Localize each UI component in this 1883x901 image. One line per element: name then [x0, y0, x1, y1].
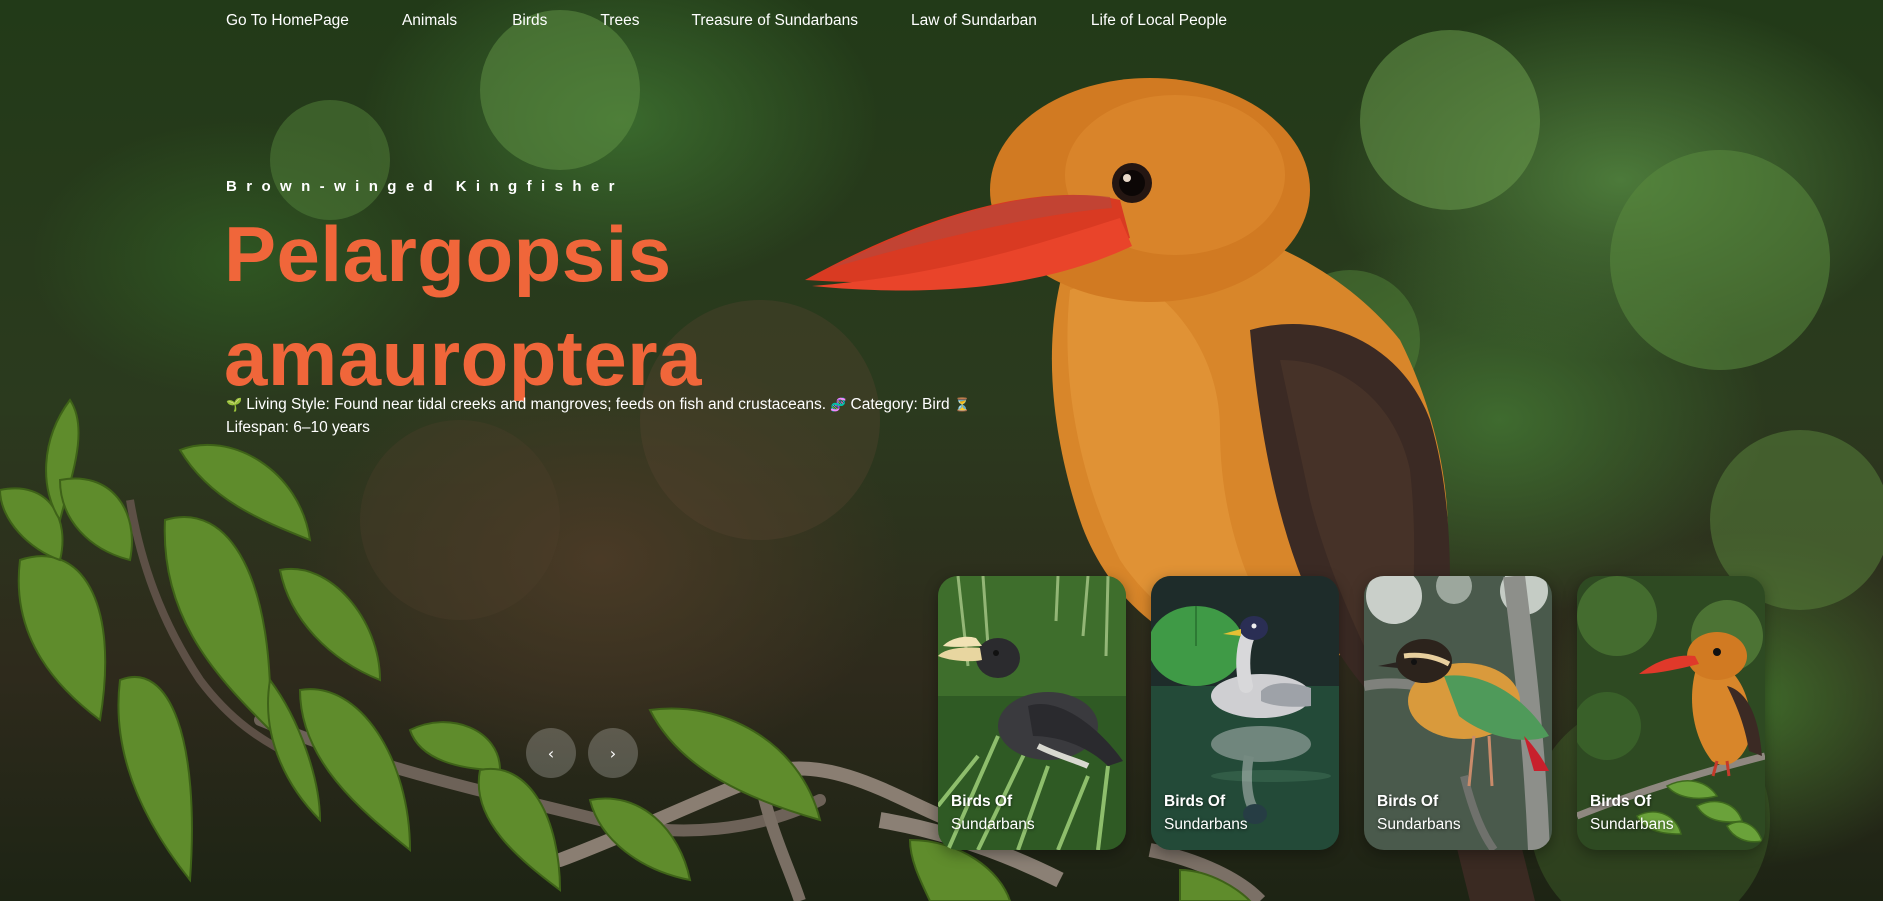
nav-link-law[interactable]: Law of Sundarban: [911, 12, 1037, 30]
thumbnail-card-duck[interactable]: Birds Of Sundarbans: [1151, 576, 1339, 850]
slider-prev-button[interactable]: ‹: [526, 728, 576, 778]
species-scientific-name: Pelargopsis amauroptera: [224, 202, 784, 410]
thumbnail-card-kingfisher[interactable]: Birds Of Sundarbans: [1577, 576, 1765, 850]
species-common-name: Brown-winged Kingfisher: [226, 178, 624, 195]
species-description: 🌱 Living Style: Found near tidal creeks a…: [226, 393, 1056, 439]
chevron-right-icon: ›: [609, 743, 617, 763]
card-caption: Birds Of Sundarbans: [1377, 790, 1461, 836]
card-subtitle: Sundarbans: [1377, 816, 1461, 833]
seedling-icon: 🌱: [226, 397, 243, 412]
hourglass-icon: ⏳: [953, 397, 971, 412]
chevron-left-icon: ‹: [547, 743, 555, 763]
nav-link-treasure[interactable]: Treasure of Sundarbans: [691, 12, 858, 30]
card-title: Birds Of: [951, 793, 1013, 810]
lifespan-text: Lifespan: 6–10 years: [226, 419, 370, 436]
card-subtitle: Sundarbans: [1164, 816, 1248, 833]
thumbnail-card-pitta[interactable]: Birds Of Sundarbans: [1364, 576, 1552, 850]
card-title: Birds Of: [1164, 793, 1226, 810]
card-subtitle: Sundarbans: [951, 816, 1035, 833]
nav-link-homepage[interactable]: Go To HomePage: [226, 12, 349, 30]
card-caption: Birds Of Sundarbans: [951, 790, 1035, 836]
title-line-2: amauroptera: [224, 314, 702, 402]
card-title: Birds Of: [1590, 793, 1652, 810]
thumbnail-card-hornbill[interactable]: Birds Of Sundarbans: [938, 576, 1126, 850]
card-title: Birds Of: [1377, 793, 1439, 810]
dna-icon: 🧬: [830, 397, 847, 412]
nav-link-local-people[interactable]: Life of Local People: [1091, 12, 1227, 30]
card-caption: Birds Of Sundarbans: [1164, 790, 1248, 836]
category-text: Category: Bird: [850, 396, 950, 413]
nav-link-trees[interactable]: Trees: [600, 12, 639, 30]
title-line-1: Pelargopsis: [224, 210, 672, 298]
slider-next-button[interactable]: ›: [588, 728, 638, 778]
card-caption: Birds Of Sundarbans: [1590, 790, 1674, 836]
nav-link-birds[interactable]: Birds: [512, 12, 547, 30]
top-navigation: Go To HomePage Animals Birds Trees Treas…: [226, 12, 1280, 30]
nav-link-animals[interactable]: Animals: [402, 12, 457, 30]
living-style-text: Living Style: Found near tidal creeks an…: [246, 396, 827, 413]
card-subtitle: Sundarbans: [1590, 816, 1674, 833]
